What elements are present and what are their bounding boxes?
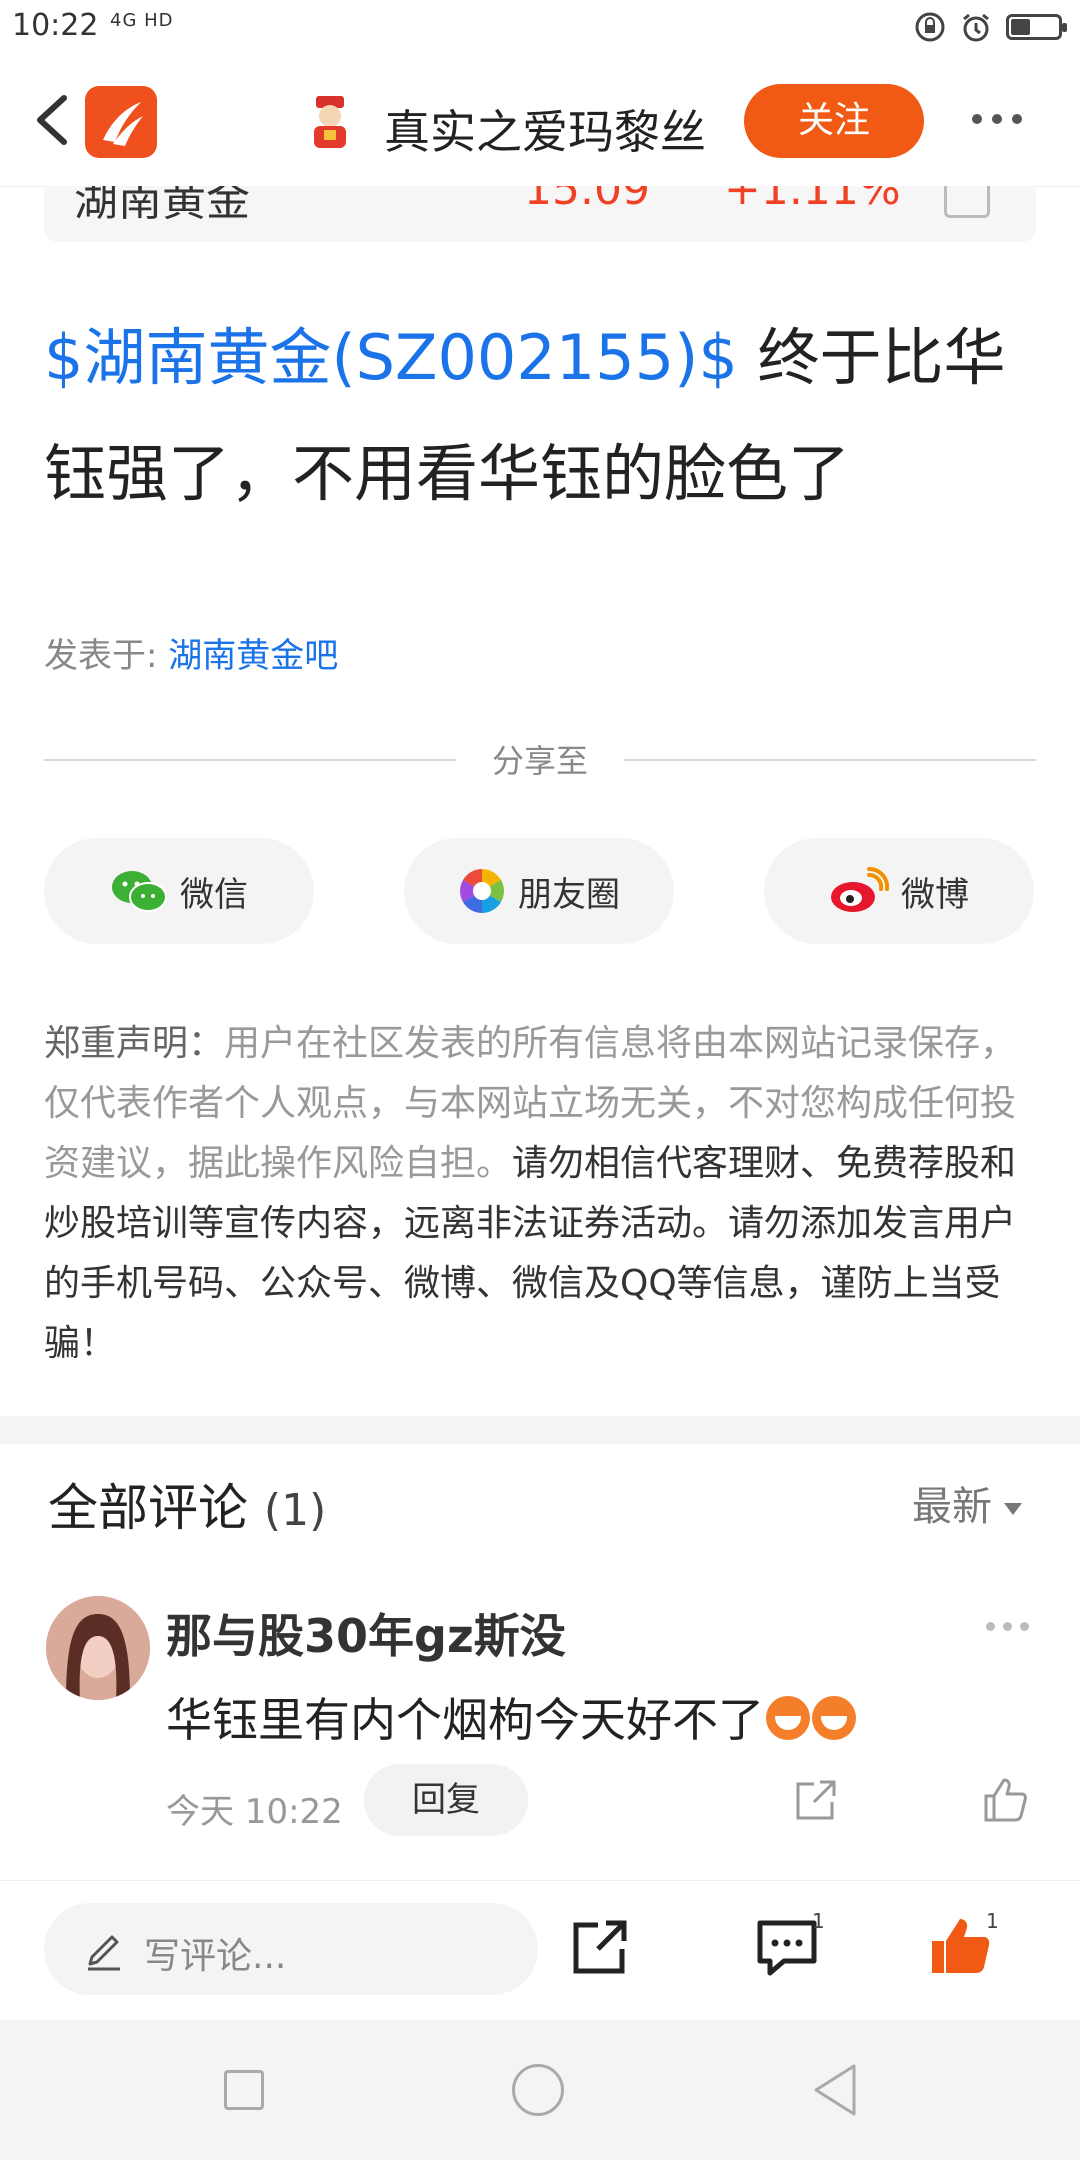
post-body: $湖南黄金(SZ002155)$ 终于比华钰强了，不用看华钰的脸色了 — [44, 300, 1044, 532]
network-indicator: 4G HD — [110, 10, 174, 31]
share-wechat-button[interactable]: 微信 — [44, 838, 314, 944]
comment-input[interactable]: 写评论... — [44, 1903, 538, 1995]
share-icon[interactable] — [792, 1778, 838, 1824]
comment-icon[interactable] — [754, 1917, 820, 1979]
sort-dropdown[interactable]: 最新 — [912, 1474, 1022, 1532]
status-bar: 10:22 4G HD — [0, 0, 1080, 56]
stock-tag-link[interactable]: $湖南黄金(SZ002155)$ — [44, 321, 738, 394]
comment-more-icon[interactable] — [986, 1622, 1029, 1631]
comment-placeholder: 写评论... — [144, 1936, 287, 1977]
comment-text: 华钰里有内个烟枸今天好不了 — [166, 1684, 856, 1750]
disclaimer-lead: 郑重声明： — [44, 1023, 225, 1064]
thumbs-up-icon[interactable] — [928, 1913, 992, 1977]
back-button[interactable] — [810, 2062, 860, 2118]
lock-rotation-icon — [915, 12, 945, 42]
wechat-icon — [112, 871, 167, 912]
source-forum-link[interactable]: 湖南黄金吧 — [168, 636, 338, 676]
post-source: 发表于: 湖南黄金吧 — [44, 628, 338, 677]
sort-label: 最新 — [912, 1484, 992, 1530]
battery-icon — [1006, 14, 1067, 40]
recent-apps-button[interactable] — [224, 2070, 264, 2110]
user-avatar[interactable] — [300, 92, 360, 152]
reply-button[interactable]: 回复 — [364, 1764, 528, 1836]
forward-icon[interactable] — [570, 1917, 630, 1977]
top-nav-bar: 真实之爱玛黎丝 关注 — [0, 56, 1080, 187]
share-weibo-button[interactable]: 微博 — [764, 838, 1034, 944]
like-count-badge: 1 — [986, 1909, 999, 1933]
pencil-icon — [88, 1935, 120, 1971]
share-weibo-label: 微博 — [901, 874, 969, 915]
alarm-icon — [963, 13, 989, 42]
comments-title-text: 全部评论 — [48, 1479, 248, 1537]
comments-count: (1) — [263, 1485, 327, 1536]
comment-time: 今天 10:22 — [166, 1792, 343, 1832]
share-wechat-label: 微信 — [180, 874, 248, 915]
commenter-name[interactable]: 那与股30年gz斯没 — [166, 1600, 566, 1666]
back-arrow-icon[interactable] — [30, 94, 74, 146]
source-label: 发表于: — [44, 636, 169, 676]
add-watchlist-icon[interactable] — [944, 186, 990, 218]
weibo-icon — [831, 867, 889, 912]
home-button[interactable] — [512, 2064, 564, 2116]
comments-title: 全部评论 (1) — [48, 1468, 326, 1540]
follow-button[interactable]: 关注 — [744, 84, 924, 158]
comment-body: 华钰里有内个烟枸今天好不了 — [166, 1693, 764, 1747]
laugh-emoji-icon — [766, 1696, 810, 1740]
share-label: 分享至 — [491, 742, 588, 780]
stock-name: 湖南黄金 — [74, 186, 250, 226]
comment-count-badge: 1 — [812, 1909, 825, 1933]
commenter-avatar[interactable] — [46, 1596, 150, 1700]
share-moments-button[interactable]: 朋友圈 — [404, 838, 674, 944]
disclaimer: 郑重声明：用户在社区发表的所有信息将由本网站记录保存，仅代表作者个人观点，与本网… — [44, 1014, 1036, 1374]
stock-change: +1.11% — [724, 186, 901, 215]
author-name[interactable]: 真实之爱玛黎丝 — [384, 96, 706, 162]
section-separator — [0, 1416, 1080, 1444]
stock-quote-card[interactable]: 湖南黄金 15.09 +1.11% — [44, 186, 1036, 242]
status-time: 10:22 — [12, 8, 99, 43]
share-moments-label: 朋友圈 — [518, 874, 620, 915]
dropdown-arrow-icon — [1004, 1503, 1022, 1515]
bottom-action-bar: 写评论... 1 1 — [0, 1880, 1080, 2021]
more-options-icon[interactable] — [972, 104, 1032, 134]
status-icons — [914, 10, 1067, 44]
like-icon[interactable] — [980, 1774, 1030, 1824]
app-logo[interactable] — [85, 86, 157, 158]
moments-icon — [460, 869, 504, 913]
laugh-emoji-icon — [812, 1696, 856, 1740]
stock-price: 15.09 — [524, 186, 650, 215]
system-nav-bar — [0, 2020, 1080, 2160]
